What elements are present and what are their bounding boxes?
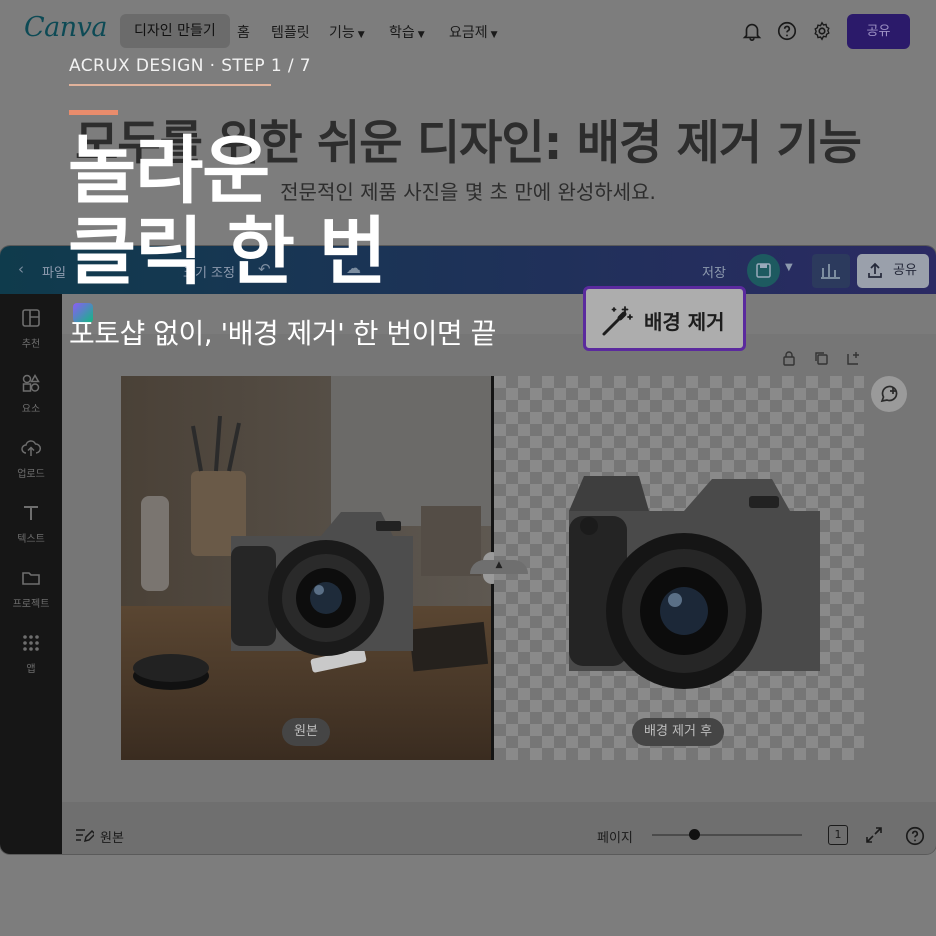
camera-on-desk-image — [121, 376, 492, 760]
canva-logo[interactable]: Canva — [24, 12, 108, 43]
shapes-icon — [22, 374, 40, 392]
expand-pages-button[interactable]: ▲ — [470, 560, 528, 574]
zoom-slider-knob[interactable] — [689, 829, 700, 840]
chevron-down-icon[interactable]: ▼ — [785, 262, 793, 273]
background-removed-photo[interactable] — [494, 376, 864, 760]
share-button[interactable]: 공유 — [847, 14, 910, 49]
page-count-button[interactable]: 1 — [828, 825, 848, 845]
file-menu[interactable]: 파일 — [42, 262, 66, 281]
accent-bar — [69, 110, 118, 115]
original-photo[interactable] — [121, 376, 492, 760]
chevron-down-icon: ▼ — [490, 30, 498, 40]
remove-background-button[interactable]: 배경 제거 — [583, 286, 746, 351]
insights-chart-icon[interactable] — [812, 254, 850, 288]
bell-icon[interactable] — [741, 20, 763, 42]
chevron-down-icon: ▼ — [357, 30, 365, 40]
editor-footer — [62, 816, 936, 854]
save-icon[interactable] — [747, 254, 780, 287]
step-underline — [69, 84, 271, 86]
back-chevron-icon[interactable]: ‹ — [18, 260, 24, 278]
step-indicator: ACRUX DESIGN · STEP 1 / 7 — [69, 56, 311, 76]
apps-grid-icon — [23, 635, 39, 651]
gear-icon[interactable] — [811, 20, 833, 42]
sidebar-item-apps[interactable]: 앱 — [0, 633, 62, 676]
text-icon — [24, 506, 38, 520]
upload-share-icon — [868, 262, 882, 278]
help-icon[interactable] — [776, 20, 798, 42]
tagline: 포토샵 없이, '배경 제거' 한 번이면 끝 — [69, 317, 496, 350]
nav-create-design[interactable]: 디자인 만들기 — [120, 14, 230, 48]
headline-line-1: 놀라운 — [68, 128, 270, 214]
add-page-icon[interactable] — [845, 350, 861, 366]
help-icon[interactable] — [904, 825, 926, 847]
editor-sidebar: 추천 요소 업로드 텍스트 프로젝트 앱 — [0, 294, 62, 854]
page-label: 페이지 — [597, 831, 633, 846]
upload-cloud-icon — [21, 440, 41, 456]
save-label[interactable]: 저장 — [702, 262, 726, 281]
sidebar-item-recommend[interactable]: 추천 — [0, 308, 62, 351]
camera-cutout-image — [569, 476, 820, 689]
nav-pricing[interactable]: 요금제 ▼ — [449, 22, 498, 42]
magic-wand-icon — [602, 306, 633, 336]
comment-icon — [880, 385, 898, 403]
add-comment-button[interactable] — [871, 376, 907, 412]
nav-features[interactable]: 기능 ▼ — [329, 22, 365, 42]
nav-home[interactable]: 홈 — [237, 22, 250, 42]
nav-learn[interactable]: 학습 ▼ — [389, 22, 425, 42]
notes-button[interactable]: 원본 — [100, 827, 124, 846]
zoom-slider-track[interactable] — [652, 834, 802, 836]
notes-icon[interactable] — [74, 826, 94, 844]
sidebar-item-elements[interactable]: 요소 — [0, 373, 62, 416]
top-navigation: Canva 디자인 만들기 홈 템플릿 기능 ▼ 학습 ▼ 요금제 ▼ 공유 — [0, 0, 936, 62]
lock-icon[interactable] — [781, 350, 797, 366]
layout-icon — [22, 309, 40, 327]
nav-templates[interactable]: 템플릿 — [271, 22, 310, 42]
original-tag: 원본 — [282, 718, 330, 746]
duplicate-icon[interactable] — [813, 350, 829, 366]
chevron-down-icon: ▼ — [417, 30, 425, 40]
sidebar-item-uploads[interactable]: 업로드 — [0, 438, 62, 481]
headline-line-2: 클릭 한 번 — [68, 209, 387, 295]
after-tag: 배경 제거 후 — [632, 718, 725, 746]
sidebar-item-text[interactable]: 텍스트 — [0, 503, 62, 546]
sidebar-item-projects[interactable]: 프로젝트 — [0, 568, 62, 611]
editor-share-button[interactable]: 공유 — [857, 254, 929, 288]
fullscreen-icon[interactable] — [864, 825, 884, 845]
folder-icon — [22, 572, 40, 585]
